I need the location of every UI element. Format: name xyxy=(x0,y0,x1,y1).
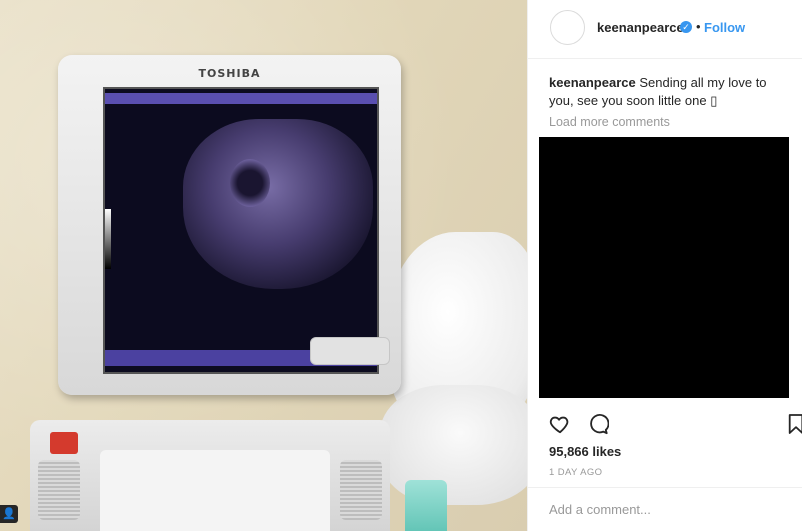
post-caption: keenanpearce Sending all my love to you,… xyxy=(549,74,794,110)
pillow-lower xyxy=(380,385,527,505)
header-username[interactable]: keenanpearce xyxy=(597,20,684,35)
embedded-media-black xyxy=(539,137,789,398)
bookmark-icon[interactable] xyxy=(787,413,802,435)
screen-header-bar xyxy=(105,93,377,104)
post-sidebar: keenanpearce ✓ • Follow keenanpearce Sen… xyxy=(527,0,802,531)
console-panel xyxy=(100,450,330,531)
avatar[interactable] xyxy=(550,10,585,45)
comment-bubble-icon[interactable] xyxy=(587,413,609,435)
ultrasound-console xyxy=(30,420,390,531)
caption-emoji: ▯ xyxy=(710,93,718,108)
load-more-comments-link[interactable]: Load more comments xyxy=(549,115,670,129)
speaker-left xyxy=(38,460,80,520)
verified-badge-icon: ✓ xyxy=(680,21,692,33)
add-comment-section xyxy=(528,487,802,532)
tagged-user-icon[interactable]: 👤 xyxy=(0,505,18,523)
cup xyxy=(405,480,447,531)
post-timestamp: 1 DAY AGO xyxy=(549,467,603,478)
heart-outline-icon[interactable] xyxy=(549,413,571,435)
caption-username[interactable]: keenanpearce xyxy=(549,75,636,90)
likes-count[interactable]: 95,866 likes xyxy=(549,444,621,459)
separator-dot: • xyxy=(696,19,701,34)
verified-check-glyph: ✓ xyxy=(682,22,690,32)
red-switch xyxy=(50,432,78,454)
follow-button[interactable]: Follow xyxy=(704,20,745,35)
monitor-control-strip xyxy=(310,337,390,365)
fetus-shape xyxy=(230,159,270,207)
ultrasound-screen xyxy=(103,87,379,374)
add-comment-input[interactable] xyxy=(549,502,789,517)
ultrasound-image xyxy=(183,119,373,289)
ultrasound-monitor: TOSHIBA xyxy=(58,55,401,395)
speaker-right xyxy=(340,460,382,520)
tagged-user-glyph: 👤 xyxy=(2,508,16,520)
post-photo[interactable]: TOSHIBA 👤 xyxy=(0,0,527,531)
post-header: keenanpearce ✓ • Follow xyxy=(528,0,802,59)
grayscale-bar xyxy=(105,209,111,269)
monitor-brand-logo: TOSHIBA xyxy=(198,67,261,80)
action-bar xyxy=(549,413,802,437)
